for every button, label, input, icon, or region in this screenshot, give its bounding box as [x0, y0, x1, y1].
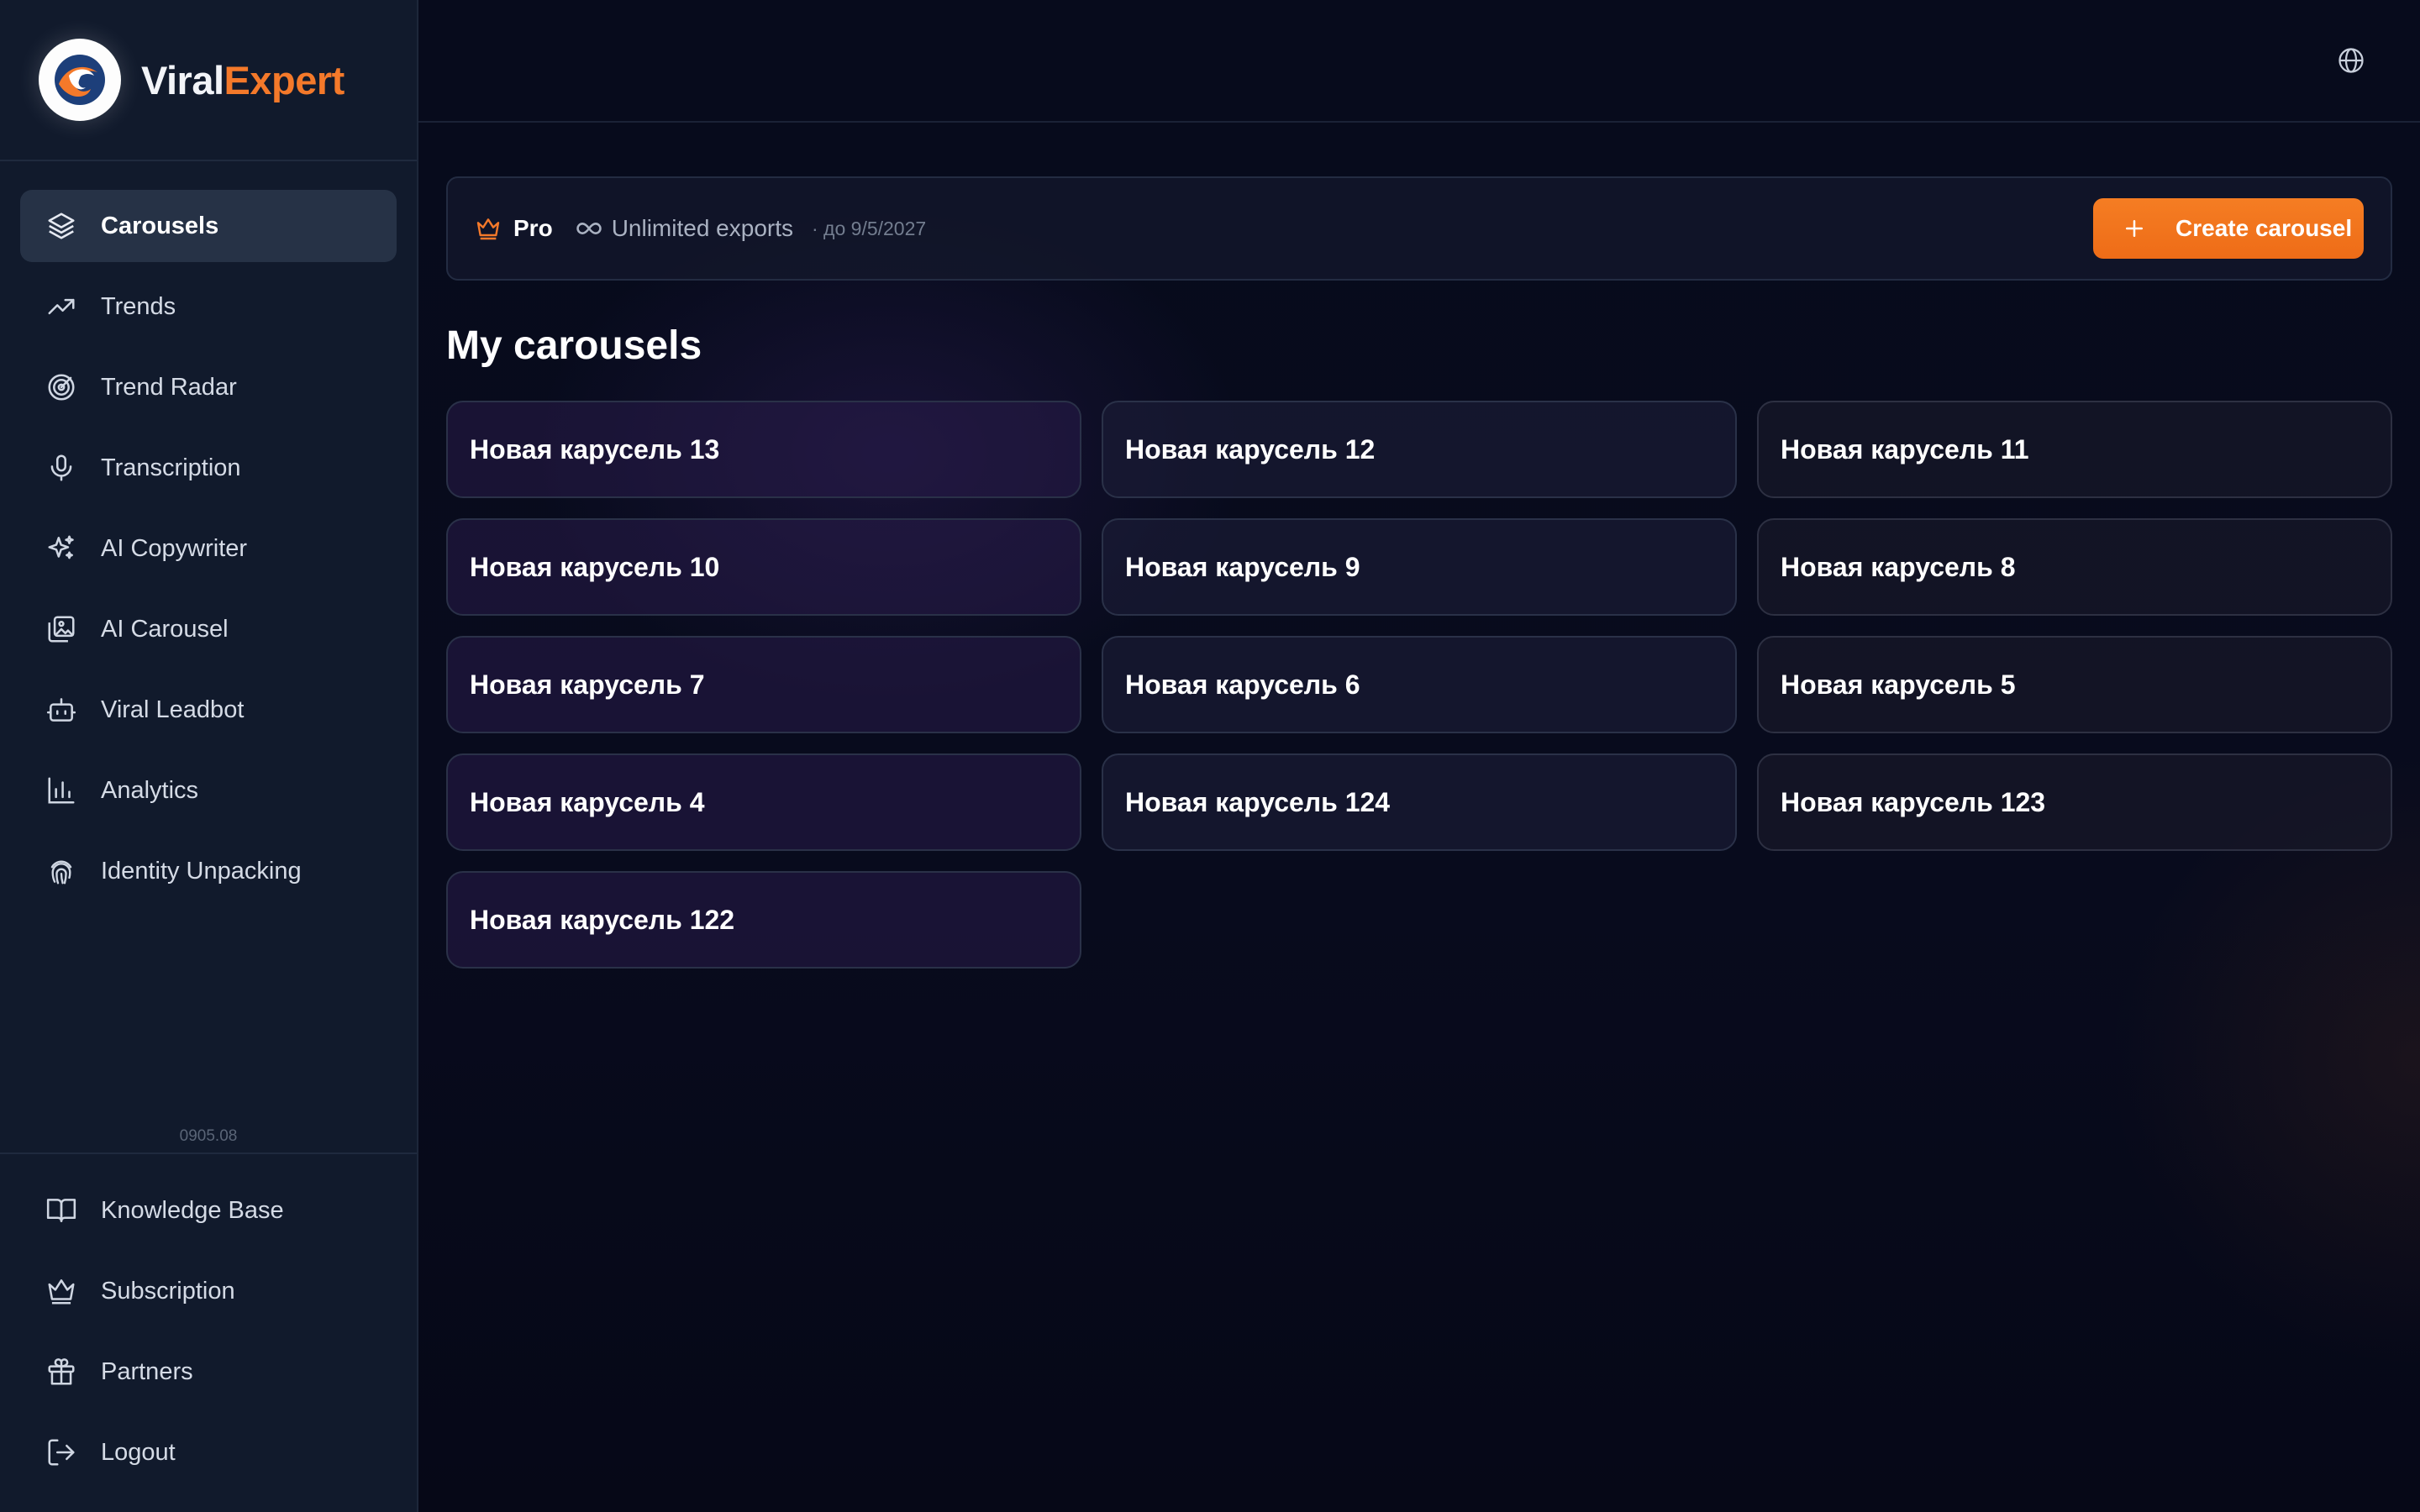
gift-icon: [48, 1358, 75, 1385]
book-icon: [46, 1199, 76, 1222]
bot-icon: [46, 698, 76, 722]
carousel-card[interactable]: Новая карусель 13: [446, 401, 1081, 498]
sidebar-item-label: Carousels: [101, 212, 219, 239]
sidebar-item-label: Partners: [101, 1357, 193, 1385]
sidebar-item-label: Logout: [101, 1438, 176, 1466]
sidebar-item-identity-unpacking[interactable]: Identity Unpacking: [20, 835, 397, 907]
carousel-card[interactable]: Новая карусель 11: [1757, 401, 2392, 498]
logo-icon: [39, 39, 121, 121]
sidebar-item-label: Subscription: [101, 1277, 235, 1305]
carousel-card[interactable]: Новая карусель 6: [1102, 636, 1737, 733]
carousel-card[interactable]: Новая карусель 122: [446, 871, 1081, 969]
carousel-card[interactable]: Новая карусель 12: [1102, 401, 1737, 498]
microphone-icon: [50, 454, 72, 481]
create-carousel-label: Create carousel: [2175, 215, 2353, 241]
infinity-icon: [576, 223, 602, 234]
sidebar-nav: Carousels Trends Trend Radar Transcripti…: [0, 161, 417, 907]
sidebar-item-trend-radar[interactable]: Trend Radar: [20, 351, 397, 423]
sidebar-item-analytics[interactable]: Analytics: [20, 754, 397, 827]
brand[interactable]: ViralExpert: [0, 0, 417, 161]
sidebar: ViralExpert Carousels Trends Trend Radar…: [0, 0, 418, 1512]
carousel-card[interactable]: Новая карусель 124: [1102, 753, 1737, 851]
carousel-card[interactable]: Новая карусель 8: [1757, 518, 2392, 616]
radar-icon: [48, 374, 75, 401]
sidebar-item-partners[interactable]: Partners: [20, 1336, 397, 1408]
sidebar-item-logout[interactable]: Logout: [20, 1416, 397, 1488]
sidebar-item-viral-leadbot[interactable]: Viral Leadbot: [20, 674, 397, 746]
main-content: Pro Unlimited exports · до 9/5/2027 Crea…: [418, 0, 2420, 1512]
trending-up-icon: [48, 298, 75, 315]
logout-icon: [48, 1439, 75, 1466]
topbar: [418, 0, 2420, 123]
brand-name-part1: Viral: [141, 57, 224, 102]
sidebar-item-label: AI Carousel: [101, 615, 229, 643]
globe-icon[interactable]: [2336, 45, 2366, 76]
plus-icon: [2126, 220, 2143, 237]
fingerprint-icon: [50, 860, 72, 885]
sidebar-item-label: Trends: [101, 292, 176, 320]
sidebar-item-label: Identity Unpacking: [101, 857, 302, 885]
carousel-card[interactable]: Новая карусель 123: [1757, 753, 2392, 851]
app: ViralExpert Carousels Trends Trend Radar…: [0, 0, 2420, 1512]
image-stack-icon: [48, 616, 75, 643]
brand-name: ViralExpert: [141, 57, 345, 103]
carousel-card[interactable]: Новая карусель 4: [446, 753, 1081, 851]
sidebar-item-label: Analytics: [101, 776, 199, 804]
sidebar-item-label: Transcription: [101, 454, 241, 481]
crown-icon: [476, 218, 500, 240]
sidebar-item-transcription[interactable]: Transcription: [20, 432, 397, 504]
sidebar-item-label: Knowledge Base: [101, 1196, 284, 1224]
layers-icon: [48, 213, 75, 239]
bar-chart-icon: [48, 777, 75, 804]
sidebar-item-carousels[interactable]: Carousels: [20, 190, 397, 262]
page-title: My carousels: [446, 323, 702, 368]
brand-name-part2: Expert: [224, 57, 345, 102]
sidebar-item-label: AI Copywriter: [101, 534, 248, 562]
sidebar-bottom-nav: Knowledge Base Subscription Partners Log…: [0, 1152, 417, 1497]
sidebar-item-trends[interactable]: Trends: [20, 270, 397, 343]
carousel-grid: Новая карусель 13 Новая карусель 12 Нова…: [446, 401, 2392, 969]
create-carousel-button[interactable]: Create carousel: [2093, 198, 2364, 259]
sparkles-icon: [48, 535, 74, 559]
plan-expiry: · до 9/5/2027: [812, 217, 927, 239]
sidebar-item-ai-carousel[interactable]: AI Carousel: [20, 593, 397, 665]
crown-icon: [48, 1279, 75, 1305]
plan-name: Pro: [513, 215, 553, 241]
sidebar-item-label: Viral Leadbot: [101, 696, 245, 723]
plan-status-bar: Pro Unlimited exports · до 9/5/2027 Crea…: [446, 176, 2392, 281]
sidebar-item-knowledge-base[interactable]: Knowledge Base: [20, 1174, 397, 1247]
sidebar-item-subscription[interactable]: Subscription: [20, 1255, 397, 1327]
app-version: 0905.08: [179, 1127, 238, 1145]
sidebar-item-ai-copywriter[interactable]: AI Copywriter: [20, 512, 397, 585]
carousel-card[interactable]: Новая карусель 5: [1757, 636, 2392, 733]
plan-exports: Unlimited exports: [611, 215, 793, 241]
carousel-card[interactable]: Новая карусель 9: [1102, 518, 1737, 616]
carousel-card[interactable]: Новая карусель 10: [446, 518, 1081, 616]
sidebar-item-label: Trend Radar: [101, 373, 237, 401]
carousel-card[interactable]: Новая карусель 7: [446, 636, 1081, 733]
